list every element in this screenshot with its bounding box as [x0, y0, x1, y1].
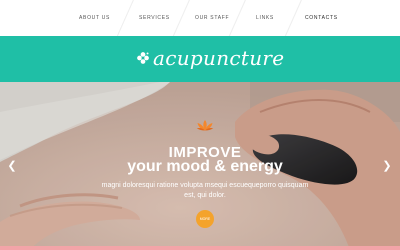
nav-item-about-us[interactable]: ABOUT US	[79, 15, 110, 21]
hero-subheading: your mood & energy	[127, 158, 283, 175]
nav-item-links[interactable]: LINKS	[256, 15, 274, 21]
flower-icon	[137, 52, 149, 64]
nav-item-our-staff[interactable]: OUR STAFF	[195, 15, 229, 21]
hero-description: magni doloresqui ratione volupta msequi …	[101, 182, 309, 199]
main-navigation: ABOUT US SERVICES OUR STAFF LINKS CONTAC…	[0, 0, 400, 36]
site-logo[interactable]: acupuncture	[136, 44, 284, 72]
nav-divider	[114, 0, 135, 36]
nav-divider	[282, 0, 303, 36]
nav-divider	[170, 0, 191, 36]
more-button[interactable]: MORE	[196, 210, 214, 228]
hero-slider: ❮ ❯ IMPROVE your mood & energy magni dol…	[0, 82, 400, 250]
nav-divider	[226, 0, 247, 36]
logo-text: acupuncture	[153, 46, 285, 70]
nav-item-contacts[interactable]: CONTACTS	[305, 15, 338, 21]
nav-item-services[interactable]: SERVICES	[139, 15, 170, 21]
logo-bar: acupuncture	[0, 36, 400, 82]
lotus-icon	[196, 120, 214, 131]
bottom-accent-line	[0, 246, 400, 250]
